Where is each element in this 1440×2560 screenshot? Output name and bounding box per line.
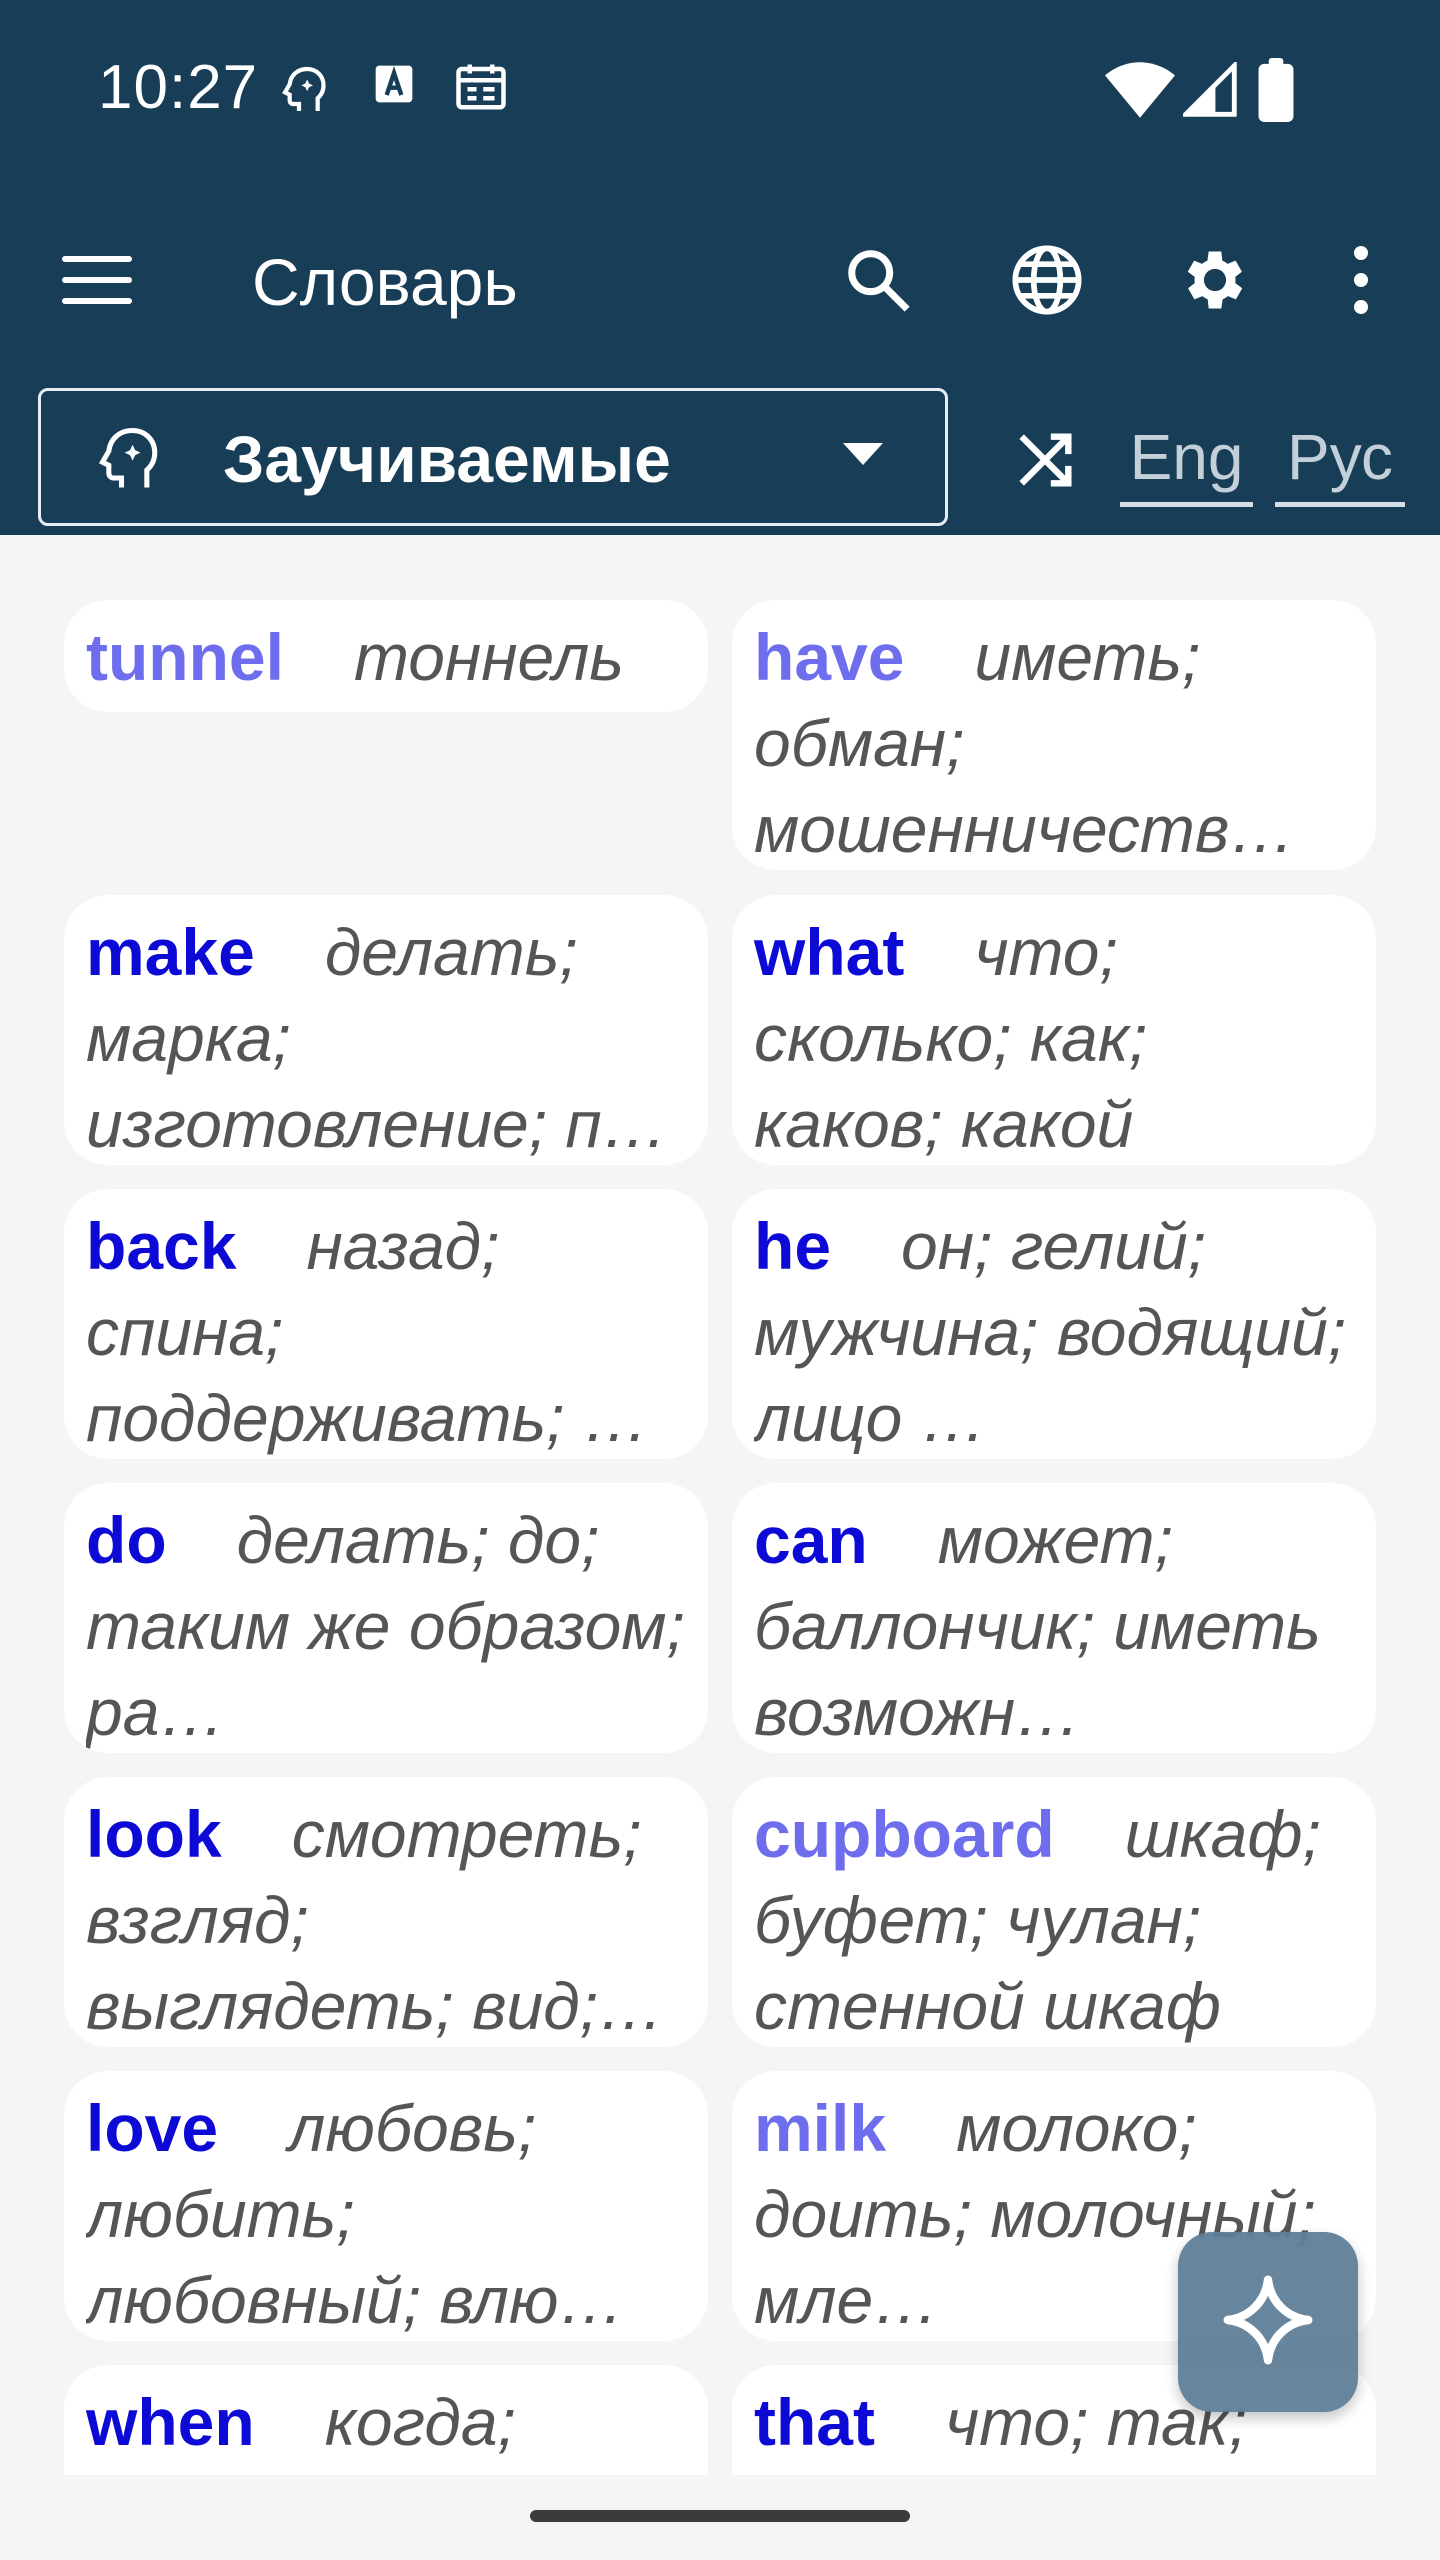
- word-text: love: [86, 2091, 219, 2165]
- word-text: tunnel: [86, 620, 284, 694]
- app-bar: Словарь: [0, 200, 1440, 360]
- globe-icon[interactable]: [1002, 235, 1092, 325]
- menu-icon[interactable]: [52, 235, 142, 325]
- more-options-icon[interactable]: [1316, 235, 1406, 325]
- word-text: milk: [754, 2091, 887, 2165]
- word-text: that: [754, 2385, 875, 2459]
- word-text: have: [754, 620, 905, 694]
- status-time: 10:27: [98, 53, 259, 122]
- english-toggle[interactable]: Eng: [1120, 420, 1253, 507]
- search-icon[interactable]: [833, 235, 923, 325]
- word-text: when: [86, 2385, 255, 2459]
- shuffle-icon[interactable]: [1010, 425, 1080, 495]
- word-translation: когда;: [324, 2385, 516, 2459]
- word-text: make: [86, 915, 255, 989]
- word-card[interactable]: when когда;: [64, 2365, 708, 2475]
- word-text: can: [754, 1503, 868, 1577]
- word-text: what: [754, 915, 905, 989]
- status-bar: 10:27: [0, 0, 1440, 180]
- word-text: back: [86, 1209, 237, 1283]
- word-card[interactable]: make делать; марка; изготовление; п…: [64, 895, 708, 1165]
- gear-icon[interactable]: [1170, 235, 1260, 325]
- head-idea-icon: [278, 62, 334, 118]
- word-card[interactable]: cupboard шкаф; буфет; чулан; стенной шкаф: [732, 1777, 1376, 2047]
- word-text: look: [86, 1797, 222, 1871]
- word-card[interactable]: back назад; спина; поддерживать; …: [64, 1189, 708, 1459]
- word-card[interactable]: what что; сколько; как; каков; какой: [732, 895, 1376, 1165]
- top-bar: 10:27 Словарь Заучиваемые Eng Рус: [0, 0, 1440, 535]
- word-grid: tunnel тоннель have иметь; обман; мошеннич…: [0, 535, 1440, 2475]
- home-indicator[interactable]: [530, 2510, 910, 2522]
- word-translation: тоннель: [353, 620, 624, 694]
- battery-icon: [1258, 58, 1294, 122]
- word-text: do: [86, 1503, 167, 1577]
- word-card[interactable]: have иметь; обман; мошенничеств…: [732, 600, 1376, 870]
- word-card[interactable]: tunnel тоннель: [64, 600, 708, 712]
- word-card[interactable]: he он; гелий; мужчина; водящий; лицо …: [732, 1189, 1376, 1459]
- russian-toggle[interactable]: Рус: [1275, 420, 1405, 507]
- word-card[interactable]: look смотреть; взгляд; выглядеть; вид;…: [64, 1777, 708, 2047]
- word-translation: он; гелий; мужчина; водящий; лицо …: [754, 1209, 1347, 1455]
- word-card[interactable]: do делать; до; таким же образом; ра…: [64, 1483, 708, 1753]
- dropdown-arrow-icon: [843, 443, 883, 470]
- word-text: cupboard: [754, 1797, 1055, 1871]
- calendar-icon: [454, 62, 508, 112]
- head-idea-icon: [93, 421, 169, 502]
- filter-dropdown[interactable]: Заучиваемые: [38, 388, 948, 526]
- sparkle-fab-button[interactable]: [1178, 2232, 1358, 2412]
- signal-icon: [1183, 62, 1237, 118]
- font-a-icon: [372, 62, 416, 106]
- page-title: Словарь: [252, 245, 518, 319]
- word-card[interactable]: love любовь; любить; любовный; влю…: [64, 2071, 708, 2341]
- word-text: he: [754, 1209, 832, 1283]
- word-card[interactable]: can может; баллончик; иметь возможн…: [732, 1483, 1376, 1753]
- filter-label: Заучиваемые: [223, 422, 671, 496]
- wifi-icon: [1105, 62, 1175, 118]
- word-translation: делать; до; таким же образом; ра…: [86, 1503, 685, 1749]
- sparkle-icon: [1222, 2274, 1314, 2371]
